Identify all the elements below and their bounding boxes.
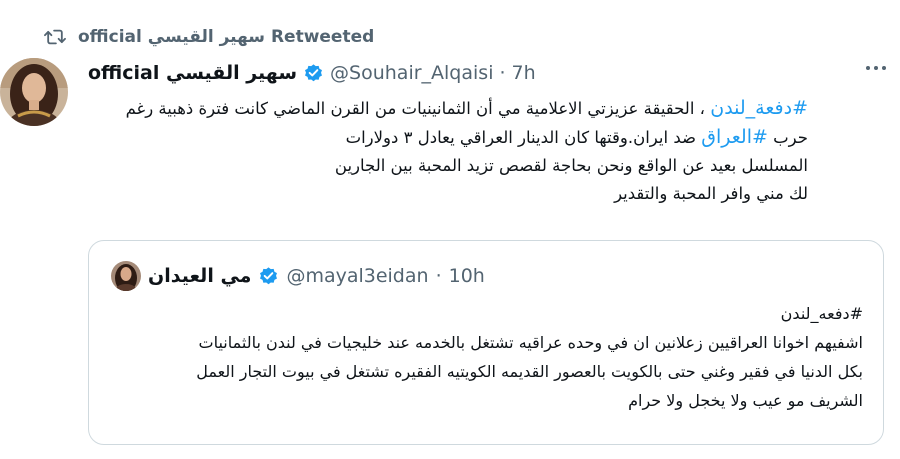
retweet-label: official سهير القيسي Retweeted xyxy=(78,27,375,47)
separator-dot: · xyxy=(435,265,442,287)
verified-badge-icon xyxy=(303,63,324,84)
quoted-text-line: الشريف مو عيب ولا يخجل ولا حرام xyxy=(628,391,863,410)
timestamp[interactable]: 7h xyxy=(512,62,536,84)
separator-dot: · xyxy=(499,62,506,84)
handle[interactable]: @Souhair_Alqaisi xyxy=(330,62,493,84)
avatar[interactable] xyxy=(0,58,68,126)
avatar xyxy=(111,261,141,291)
handle[interactable]: @mayal3eidan xyxy=(286,265,428,287)
hashtag-link[interactable]: #العراق xyxy=(701,126,768,148)
tweet-header: official سهير القيسي @Souhair_Alqaisi · … xyxy=(88,58,536,88)
tweet-text-line: لك مني وافر المحبة والتقدير xyxy=(614,184,808,203)
tweet-text: #دفعة_لندن ، الحقيقة عزيزتي الاعلامية مي… xyxy=(88,94,808,208)
quoted-tweet[interactable]: مي العيدان @mayal3eidan · 10h #دفعه_لندن… xyxy=(88,240,884,445)
quoted-text-line: بكل الدنيا في فقير وغني حتى بالكويت بالع… xyxy=(196,362,863,381)
tweet-text-line: #دفعة_لندن ، الحقيقة عزيزتي الاعلامية مي… xyxy=(88,94,808,123)
quoted-text-line: اشفيهم اخوانا العراقيين زعلانين ان في وح… xyxy=(198,333,863,352)
display-name[interactable]: official سهير القيسي xyxy=(88,62,297,84)
profile-photo-icon xyxy=(0,58,68,126)
tweet-text-segment: حرب xyxy=(767,128,808,147)
tweet-text-line: حرب #العراق ضد ايران.وقتها كان الدينار ا… xyxy=(88,123,808,152)
quoted-tweet-header: مي العيدان @mayal3eidan · 10h xyxy=(111,261,485,291)
tweet-text-line: المسلسل بعيد عن الواقع ونحن بحاجة لقصص ت… xyxy=(334,156,808,175)
tweet-text-segment: ضد ايران.وقتها كان الدينار العراقي يعادل… xyxy=(345,128,702,147)
verified-badge-icon xyxy=(258,266,279,287)
more-options-icon[interactable] xyxy=(866,66,886,70)
timestamp[interactable]: 10h xyxy=(449,265,485,287)
display-name[interactable]: مي العيدان xyxy=(148,265,251,287)
tweet-text-segment: ، الحقيقة عزيزتي الاعلامية مي أن الثماني… xyxy=(125,99,711,118)
profile-photo-icon xyxy=(111,261,141,291)
quoted-text-line: #دفعه_لندن xyxy=(780,304,863,323)
hashtag-link[interactable]: #دفعة_لندن xyxy=(710,97,808,119)
quoted-tweet-text: #دفعه_لندن اشفيهم اخوانا العراقيين زعلان… xyxy=(93,299,863,415)
retweet-icon xyxy=(44,27,66,47)
retweet-indicator[interactable]: official سهير القيسي Retweeted xyxy=(44,24,374,50)
